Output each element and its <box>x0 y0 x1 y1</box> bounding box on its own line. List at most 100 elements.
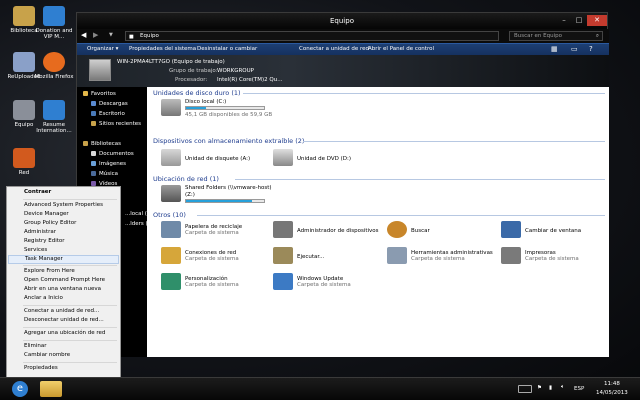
organize-button[interactable]: Organizar ▾ <box>87 46 118 52</box>
shared-folders-label[interactable]: Shared Folders (\\vmware-host) <box>185 185 272 191</box>
menu-item-services[interactable]: Services <box>8 246 119 255</box>
view-options-icon[interactable]: ▦ <box>551 45 558 53</box>
preview-pane-icon[interactable]: ▭ <box>571 45 578 53</box>
menu-item-administrar[interactable]: Administrar <box>8 228 119 237</box>
keyboard-icon[interactable] <box>518 385 532 393</box>
local-disk-free: 45,1 GB disponibles de 59,9 GB <box>185 112 273 118</box>
item-sub: Carpeta de sistema <box>297 282 351 288</box>
close-button[interactable]: ✕ <box>587 15 607 26</box>
menu-item-contraer[interactable]: Contraer <box>8 188 119 197</box>
uninstall-button[interactable]: Desinstalar o cambiar <box>197 46 257 52</box>
downloads-icon <box>91 101 96 106</box>
section-network[interactable]: Ubicación de red (1) <box>153 175 219 183</box>
desktop-icon-red[interactable]: Red <box>4 148 44 176</box>
map-network-drive-button[interactable]: Conectar a unidad de red <box>299 46 369 52</box>
computer-name: WIN-2PMA4LTT7GO (Equipo de trabajo) <box>117 59 225 65</box>
context-menu: Contraer Advanced System Properties Devi… <box>6 186 121 382</box>
menu-item-map-network-drive[interactable]: Conectar a unidad de red... <box>8 307 119 316</box>
other-item-network-connections[interactable]: Conexiones de red Carpeta de sistema <box>185 250 239 262</box>
title-bar[interactable]: Equipo – □ ✕ <box>77 13 607 29</box>
computer-small-icon: ■ <box>129 34 134 40</box>
clock-time[interactable]: 11:48 <box>604 381 620 387</box>
search-input[interactable]: Buscar en Equipo ⌕ <box>509 31 603 41</box>
menu-item-rename[interactable]: Cambiar nombre <box>8 351 119 360</box>
menu-item-open-new-window[interactable]: Abrir en una ventana nueva <box>8 285 119 294</box>
desktop-icon-donation[interactable]: Donation and VIP M... <box>34 6 74 40</box>
menu-item-task-manager[interactable]: Task Manager <box>8 255 119 264</box>
other-item-run[interactable]: Ejecutar... <box>297 254 324 260</box>
desktop-icon-firefox[interactable]: Mozilla Firefox <box>34 52 74 80</box>
help-icon[interactable]: ? <box>589 45 593 53</box>
other-item-buscar[interactable]: Buscar <box>411 228 430 234</box>
other-item-printers[interactable]: Impresoras Carpeta de sistema <box>525 250 579 262</box>
recent-pages-icon[interactable]: ▼ <box>109 32 113 38</box>
forward-arrow-icon[interactable]: ▶ <box>93 31 98 39</box>
network-connections-icon <box>161 247 181 264</box>
menu-item-explore-from-here[interactable]: Explore From Here <box>8 267 119 276</box>
desktop-icon-label: Mozilla Firefox <box>34 74 74 80</box>
library-icon <box>83 141 88 146</box>
dvd-drive-label[interactable]: Unidad de DVD (D:) <box>297 156 351 162</box>
item-sub: Carpeta de sistema <box>185 256 239 262</box>
nav-label: Favoritos <box>91 91 116 97</box>
system-properties-button[interactable]: Propiedades del sistema <box>129 46 196 52</box>
menu-item-disconnect-network-drive[interactable]: Desconectar unidad de red... <box>8 316 119 325</box>
device-manager-icon <box>273 221 293 238</box>
nav-musica[interactable]: Música <box>91 171 118 177</box>
other-item-personalization[interactable]: Personalización Carpeta de sistema <box>185 276 239 288</box>
nav-bibliotecas[interactable]: Bibliotecas <box>83 141 121 147</box>
menu-item-eliminar[interactable]: Eliminar <box>8 342 119 351</box>
section-hard-drives[interactable]: Unidades de disco duro (1) <box>153 89 241 97</box>
other-item-recycle-bin[interactable]: Papelera de reciclaje Carpeta de sistema <box>185 224 242 236</box>
nav-label: Documentos <box>99 151 134 157</box>
taskbar: e ⚑ ▮ 🔈︎ ESP 11:48 14/05/2013 <box>0 377 640 400</box>
other-item-switch-window[interactable]: Cambiar de ventana <box>525 228 581 234</box>
nav-sitios[interactable]: Sitios recientes <box>91 121 141 127</box>
back-arrow-icon[interactable]: ◀ <box>81 31 86 39</box>
menu-item-open-command-prompt[interactable]: Open Command Prompt Here <box>8 276 119 285</box>
menu-item-group-policy-editor[interactable]: Group Policy Editor <box>8 219 119 228</box>
flag-icon[interactable]: ⚑ <box>537 385 542 391</box>
disk-usage-bar <box>185 106 265 110</box>
section-divider <box>197 215 605 216</box>
section-divider <box>303 141 605 142</box>
desktop-icon-resume[interactable]: Resume Internation... <box>34 100 74 134</box>
section-removable[interactable]: Dispositivos con almacenamiento extraíbl… <box>153 137 304 145</box>
nav-imagenes[interactable]: Imágenes <box>91 161 126 167</box>
pictures-icon <box>91 161 96 166</box>
menu-item-properties[interactable]: Propiedades <box>8 364 119 373</box>
menu-item-advanced-system-properties[interactable]: Advanced System Properties <box>8 201 119 210</box>
menu-item-device-manager[interactable]: Device Manager <box>8 210 119 219</box>
maximize-button[interactable]: □ <box>572 15 586 26</box>
network-tray-icon[interactable]: ▮ <box>549 385 552 391</box>
open-control-panel-button[interactable]: Abrir el Panel de control <box>368 46 434 52</box>
other-item-windows-update[interactable]: Windows Update Carpeta de sistema <box>297 276 351 288</box>
menu-item-registry-editor[interactable]: Registry Editor <box>8 237 119 246</box>
nav-favorites[interactable]: Favoritos <box>83 91 116 97</box>
desktop-icon <box>91 111 96 116</box>
other-item-admin-tools[interactable]: Herramientas administrativas Carpeta de s… <box>411 250 493 262</box>
volume-icon[interactable]: 🔈︎ <box>561 384 564 391</box>
menu-item-pin-to-start[interactable]: Anclar a Inicio <box>8 294 119 303</box>
nav-documentos[interactable]: Documentos <box>91 151 134 157</box>
clock-date[interactable]: 14/05/2013 <box>596 390 628 396</box>
minimize-button[interactable]: – <box>557 15 571 26</box>
ie-icon[interactable]: e <box>12 381 28 397</box>
section-other[interactable]: Otros (10) <box>153 211 186 219</box>
nav-escritorio[interactable]: Escritorio <box>91 111 125 117</box>
file-explorer-icon[interactable] <box>40 381 62 397</box>
address-field[interactable]: ■ Equipo <box>125 31 499 41</box>
menu-item-add-network-location[interactable]: Agregar una ubicación de red <box>8 329 119 338</box>
floppy-drive-label[interactable]: Unidad de disquete (A:) <box>185 156 250 162</box>
workgroup-label: Grupo de trabajo: <box>169 68 218 74</box>
nav-descargas[interactable]: Descargas <box>91 101 128 107</box>
local-disk-label[interactable]: Disco local (C:) <box>185 99 226 105</box>
language-indicator[interactable]: ESP <box>574 386 584 392</box>
other-item-device-manager[interactable]: Administrador de dispositivos <box>297 228 379 234</box>
item-sub: Carpeta de sistema <box>185 282 239 288</box>
printer-icon <box>501 247 521 264</box>
menu-separator <box>23 327 117 328</box>
documents-icon <box>91 151 96 156</box>
search-globe-icon <box>387 221 407 238</box>
computer-icon <box>13 100 35 120</box>
